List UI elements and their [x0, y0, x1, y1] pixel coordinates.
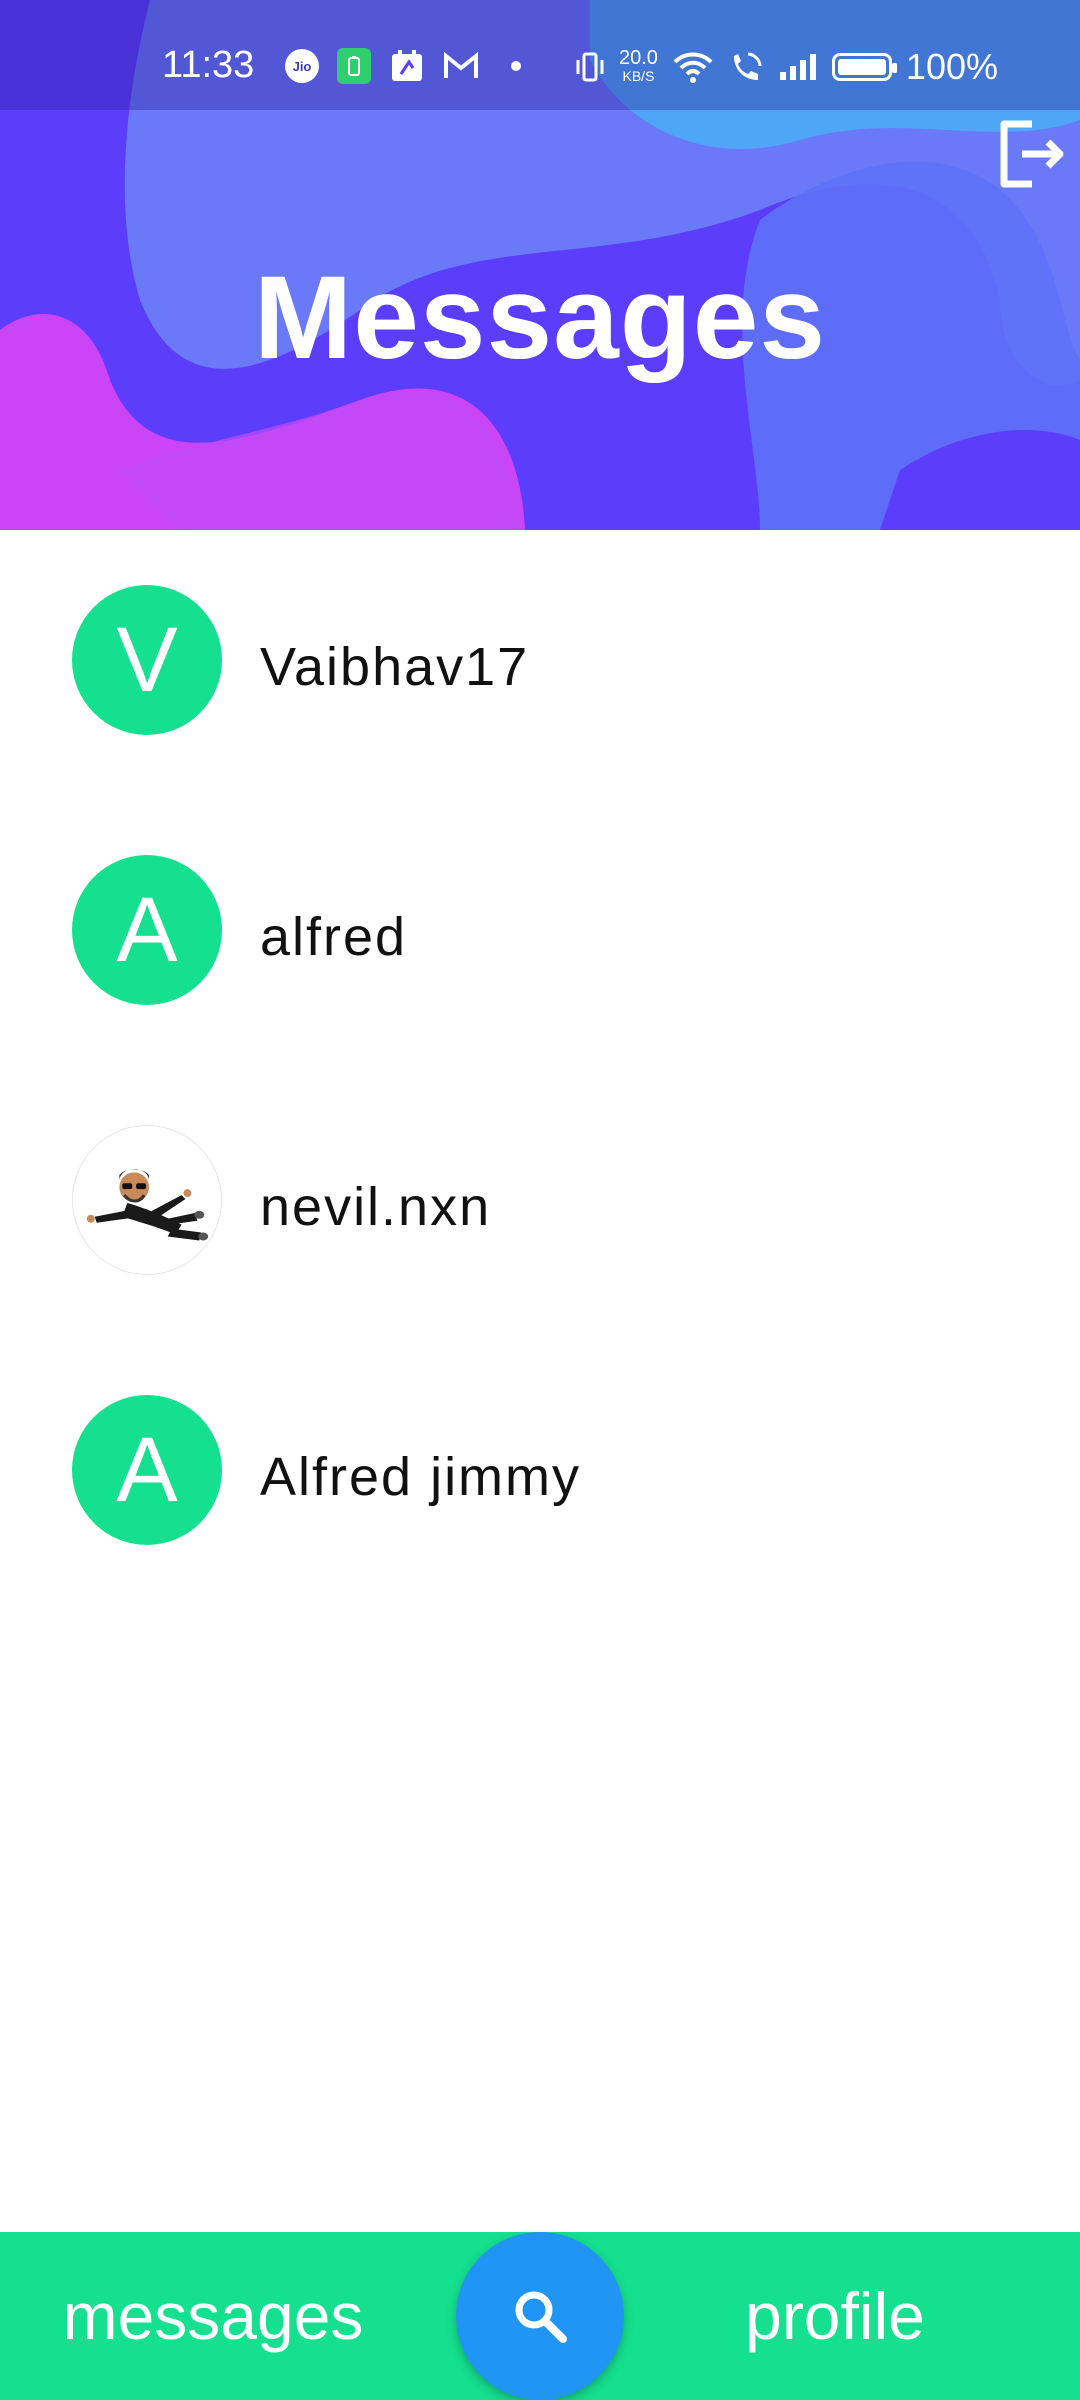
- conversation-item[interactable]: V Vaibhav17: [0, 560, 1080, 760]
- nav-messages-tab[interactable]: messages: [18, 2232, 408, 2400]
- conversation-item[interactable]: A Alfred jimmy: [0, 1370, 1080, 1570]
- more-notifications-dot-icon: [511, 61, 521, 71]
- system-status-icons: 20.0 KB/S 100%: [575, 46, 998, 88]
- status-bar: 11:33 Jio 20.0 KB/S 100%: [0, 0, 1080, 110]
- jio-icon: Jio: [285, 49, 319, 83]
- notification-icons: Jio: [285, 48, 535, 84]
- calendar-icon: [389, 48, 425, 84]
- logout-icon: [1000, 120, 1064, 188]
- wifi-calling-icon: [728, 50, 764, 84]
- vibrate-icon: [575, 51, 605, 83]
- battery-app-icon: [337, 48, 371, 84]
- conversation-item[interactable]: A alfred: [0, 830, 1080, 1030]
- conversation-item[interactable]: nevil.nxn: [0, 1100, 1080, 1300]
- search-button[interactable]: [456, 2232, 624, 2400]
- status-time: 11:33: [162, 44, 255, 86]
- battery-icon: [831, 53, 897, 81]
- search-icon: [515, 2291, 567, 2343]
- wifi-icon: [672, 50, 714, 84]
- page-title: Messages: [253, 252, 827, 384]
- network-speed: 20.0 KB/S: [618, 47, 658, 85]
- network-speed-unit: KB/S: [622, 68, 655, 84]
- header: 11:33 Jio 20.0 KB/S 100% Messages: [0, 0, 1080, 530]
- nav-profile-tab[interactable]: profile: [640, 2232, 1030, 2400]
- signal-icon: [778, 52, 818, 82]
- avatar-initial: A: [116, 878, 178, 981]
- avatar-initial: A: [116, 1418, 178, 1521]
- contact-name: Vaibhav17: [260, 637, 530, 697]
- messages-screen: 11:33 Jio 20.0 KB/S 100% Messages V Vaib…: [0, 0, 1080, 2400]
- contact-name: alfred: [260, 907, 408, 967]
- battery-percent: 100%: [905, 46, 998, 87]
- avatar-photo: [72, 1125, 222, 1275]
- avatar: V: [72, 585, 222, 735]
- logout-button[interactable]: [996, 118, 1068, 190]
- avatar: A: [72, 1395, 222, 1545]
- contact-name: Alfred jimmy: [260, 1447, 582, 1507]
- gmail-icon: [443, 51, 479, 81]
- avatar-initial: V: [116, 608, 178, 711]
- avatar: A: [72, 855, 222, 1005]
- network-speed-value: 20.0: [618, 47, 658, 69]
- bitmoji-avatar-icon: [86, 1169, 209, 1241]
- contact-name: nevil.nxn: [260, 1177, 492, 1237]
